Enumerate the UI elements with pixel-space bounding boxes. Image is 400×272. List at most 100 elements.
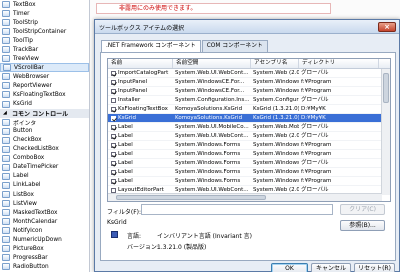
toolbox-item[interactable]: CheckBox	[0, 136, 89, 145]
row-checkbox[interactable]	[111, 169, 116, 175]
horizontal-scrollbar[interactable]	[108, 193, 382, 201]
toolbox-item[interactable]: DateTimePicker	[0, 163, 89, 172]
column-header-assembly[interactable]: アセンブリ名	[251, 59, 299, 68]
component-name-text: KsGrid	[118, 115, 137, 121]
component-name-text: ImportCatalogPart	[118, 70, 169, 76]
row-checkbox[interactable]	[111, 151, 116, 157]
toolbox-item[interactable]: NotifyIcon	[0, 226, 89, 235]
clear-button[interactable]: クリア(C)	[340, 204, 385, 215]
toolbox-item[interactable]: NumericUpDown	[0, 235, 89, 244]
table-row[interactable]: ImportCatalogPart System.Web.UI.WebCont..…	[108, 69, 390, 78]
column-header-directory[interactable]: ディレクトリ	[299, 59, 379, 68]
row-checkbox[interactable]	[111, 106, 116, 112]
toolbox-item-label: ListBox	[13, 191, 34, 198]
toolbox-item[interactable]: ReportViewer	[0, 81, 89, 90]
toolbox-item[interactable]: MaskedTextBox	[0, 208, 89, 217]
toolbox-item[interactable]: Button	[0, 127, 89, 136]
row-checkbox[interactable]	[111, 79, 116, 85]
toolbox-item[interactable]: PictureBox	[0, 244, 89, 253]
toolbox-item[interactable]: TrackBar	[0, 45, 89, 54]
toolbox-item[interactable]: MonthCalendar	[0, 217, 89, 226]
table-row[interactable]: Installer System.Configuration.Ins... Syst…	[108, 96, 390, 105]
vertical-scrollbar[interactable]	[381, 69, 390, 195]
assembly-cell: KsGrid (1.3.21.0)	[253, 106, 299, 112]
control-icon	[2, 100, 10, 108]
toolbox-item-label: MonthCalendar	[13, 218, 58, 225]
toolbox-item[interactable]: ポインタ	[0, 118, 89, 127]
browse-button[interactable]: 参照(B)...	[340, 220, 385, 231]
language-label: 言語:	[127, 233, 142, 240]
assembly-cell: KsGrid (1.3.21.0)	[253, 115, 299, 121]
toolbox-item[interactable]: ToolTip	[0, 36, 89, 45]
toolbox-item[interactable]: TreeView	[0, 54, 89, 63]
scroll-thumb[interactable]	[116, 195, 266, 200]
cancel-button[interactable]: キャンセル	[311, 263, 351, 272]
toolbox-section-header[interactable]: ◢ コモン コントロール	[0, 108, 89, 118]
row-checkbox[interactable]	[111, 70, 116, 76]
control-icon	[2, 227, 10, 235]
toolbox-item[interactable]: WebBrowser	[0, 72, 89, 81]
table-row[interactable]: KsFloatingTextBox KomoyaSolutions.KsGrid K…	[108, 105, 390, 114]
language-value: インバリアント言語 (Invariant 言)	[157, 233, 253, 240]
table-row[interactable]: Label System.Web.UI.MobileCo... System.Web…	[108, 123, 390, 132]
ok-button[interactable]: OK	[271, 263, 308, 272]
assembly-cell: System.Windows.F...	[253, 178, 299, 184]
toolbox-item[interactable]: ToolStrip	[0, 18, 89, 27]
toolbox-item[interactable]: ToolStripContainer	[0, 27, 89, 36]
toolbox-item[interactable]: Timer	[0, 9, 89, 18]
row-checkbox[interactable]	[111, 97, 116, 103]
toolbox-item[interactable]: LinkLabel	[0, 181, 89, 190]
control-icon	[2, 46, 10, 54]
table-row[interactable]: InputPanel System.WindowsCE.For... System.…	[108, 78, 390, 87]
row-checkbox[interactable]	[111, 88, 116, 94]
filter-input[interactable]	[141, 204, 333, 215]
toolbox-item[interactable]: RadioButton	[0, 262, 89, 271]
toolbox-item[interactable]: ListView	[0, 199, 89, 208]
toolbox-item[interactable]: ComboBox	[0, 154, 89, 163]
reset-button[interactable]: リセット(R)	[354, 263, 395, 272]
toolbox-item-label: DateTimePicker	[13, 164, 59, 171]
toolbox-item[interactable]: VScrollBar	[0, 63, 89, 73]
table-row[interactable]: Label System.Windows.Forms System.Windows.…	[108, 141, 390, 150]
table-row[interactable]: InputPanel System.WindowsCE.For... System.…	[108, 87, 390, 96]
toolbox-item[interactable]: Label	[0, 172, 89, 181]
row-checkbox[interactable]	[111, 160, 116, 166]
toolbox-item[interactable]: CheckedListBox	[0, 145, 89, 154]
control-icon	[2, 1, 10, 9]
row-checkbox[interactable]	[111, 187, 116, 193]
toolbox-item[interactable]: TextBox	[0, 0, 89, 9]
namespace-cell: System.Web.UI.MobileCo...	[175, 124, 249, 130]
tab-com-components[interactable]: COM コンポーネント	[201, 40, 268, 52]
namespace-cell: KomoyaSolutions.KsGrid	[175, 106, 243, 112]
component-name-text: Label	[118, 142, 133, 148]
control-icon	[2, 209, 10, 217]
row-checkbox[interactable]	[111, 115, 116, 121]
table-row[interactable]: Label System.Windows.Forms System.Windows.…	[108, 150, 390, 159]
toolbox-item[interactable]: KsFloatingTextBox	[0, 90, 89, 99]
dialog-titlebar[interactable]: ツールボックス アイテムの選択 ×	[95, 20, 399, 34]
row-checkbox[interactable]	[111, 142, 116, 148]
close-button[interactable]: ×	[378, 22, 396, 32]
directory-cell: f:¥Program	[301, 79, 332, 85]
name-cell: Installer	[108, 96, 173, 104]
directory-cell: f:¥Program	[301, 169, 332, 175]
toolbox-item[interactable]: ListBox	[0, 190, 89, 199]
column-header-name[interactable]: 名前	[108, 59, 173, 68]
collapse-arrow-icon[interactable]: ◢	[3, 110, 9, 116]
name-cell: Label	[108, 141, 173, 149]
table-row[interactable]: Label System.Windows.Forms System.Windows.…	[108, 159, 390, 168]
table-row[interactable]: KsGrid KomoyaSolutions.KsGrid KsGrid (1.3.…	[108, 114, 390, 123]
row-checkbox[interactable]	[111, 124, 116, 130]
row-checkbox[interactable]	[111, 133, 116, 139]
toolbox-item[interactable]: ProgressBar	[0, 253, 89, 262]
list-header: 名前 名前空間 アセンブリ名 ディレクトリ	[108, 59, 390, 69]
table-row[interactable]: Label System.Web.UI.WebCont... System.Web …	[108, 132, 390, 141]
namespace-cell: System.Windows.Forms	[175, 142, 241, 148]
table-row[interactable]: Label System.Windows.Forms System.Windows.…	[108, 168, 390, 177]
component-list[interactable]: 名前 名前空間 アセンブリ名 ディレクトリ ImportCatalogPart S…	[107, 58, 391, 202]
table-row[interactable]: Label System.Windows.Forms System.Windows.…	[108, 177, 390, 186]
toolbox-item[interactable]: KsGrid	[0, 100, 89, 109]
scroll-thumb[interactable]	[383, 73, 389, 103]
row-checkbox[interactable]	[111, 178, 116, 184]
column-header-namespace[interactable]: 名前空間	[173, 59, 251, 68]
